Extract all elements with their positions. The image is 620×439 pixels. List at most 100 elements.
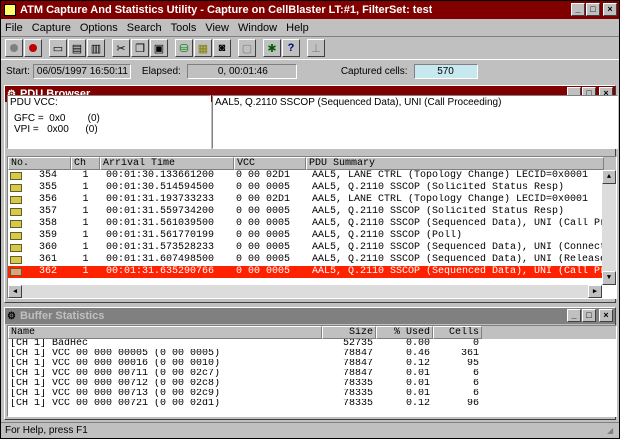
copy-icon[interactable]: ❐ — [131, 39, 149, 57]
new-icon[interactable] — [5, 39, 23, 57]
row-ch: 1 — [82, 254, 89, 265]
menu-help[interactable]: Help — [286, 22, 309, 34]
toolbar: ▭ ▤ ▥ ✂ ❐ ▣ ⛁ ▦ ◙ ▢ ✱ ? ⊥ — [1, 36, 619, 60]
scroll-left-button[interactable]: ◀ — [8, 285, 22, 298]
col-cells[interactable]: Cells — [433, 326, 482, 339]
cut-icon[interactable]: ✂ — [112, 39, 130, 57]
table-row-selected[interactable]: 362 1 00:01:31.635290766 0 00 0005 AAL5,… — [8, 266, 616, 278]
vpi-line: VPI = 0x00 (0) — [14, 124, 98, 135]
row-time: 00:01:30.133661200 — [106, 170, 215, 181]
row-ch: 1 — [82, 266, 89, 277]
menu-options[interactable]: Options — [80, 22, 118, 34]
menu-tools[interactable]: Tools — [171, 22, 197, 34]
stats-row[interactable]: [CH 1] VCC 00 000 00713 (0 00 02c9) 7833… — [8, 389, 616, 399]
record-icon[interactable] — [24, 39, 42, 57]
table-row[interactable]: 361 1 00:01:31.607498500 0 00 0005 AAL5,… — [8, 254, 616, 266]
table-row[interactable]: 356 1 00:01:31.193733233 0 00 02D1 AAL5,… — [8, 194, 616, 206]
display-icon[interactable]: ◙ — [213, 39, 231, 57]
row-summary: AAL5, Q.2110 SSCOP (Sequenced Data), UNI… — [312, 242, 604, 253]
packet-icon — [10, 196, 22, 204]
col-used[interactable]: % Used — [376, 326, 433, 339]
menu-capture[interactable]: Capture — [32, 22, 71, 34]
row-no: 356 — [38, 194, 57, 205]
col-ch[interactable]: Ch — [71, 157, 100, 170]
vcc-detail-pane: PDU VCC: GFC = 0x0 (0) VPI = 0x00 (0) — [7, 95, 211, 149]
stats-minimize-button[interactable]: _ — [567, 309, 581, 322]
minimize-button[interactable]: _ — [571, 3, 585, 16]
packet-icon — [10, 172, 22, 180]
stats-size: 78847 — [342, 359, 373, 369]
row-no: 355 — [38, 182, 57, 193]
row-ch: 1 — [82, 194, 89, 205]
stats-size: 78335 — [342, 399, 373, 409]
stats-maximize-button[interactable]: □ — [582, 309, 596, 322]
stats-row[interactable]: [CH 1] VCC 00 000 00005 (0 00 0005) 7884… — [8, 349, 616, 359]
stats-row[interactable]: [CH 1] BadHec 52735 0.00 0 — [8, 339, 616, 349]
col-vcc[interactable]: VCC — [234, 157, 306, 170]
elapsed-value: 0, 00:01:46 — [186, 63, 297, 79]
pdu-list-vscroll[interactable]: ▲ ▼ — [602, 170, 616, 285]
packet-icon — [10, 220, 22, 228]
pin-icon[interactable]: ⊥ — [307, 39, 325, 57]
print-icon[interactable]: ▢ — [238, 39, 256, 57]
table-row[interactable]: 355 1 00:01:30.514594500 0 00 0005 AAL5,… — [8, 182, 616, 194]
row-summary: AAL5, Q.2110 SSCOP (Solicited Status Res… — [312, 182, 565, 193]
status-text: For Help, press F1 — [5, 425, 88, 436]
start-value: 06/05/1997 16:50:11 — [32, 63, 131, 79]
stats-row[interactable]: [CH 1] VCC 00 000 00721 (0 00 02d1) 7833… — [8, 399, 616, 409]
row-ch: 1 — [82, 170, 89, 181]
open-icon[interactable]: ▭ — [49, 39, 67, 57]
row-summary: AAL5, Q.2110 SSCOP (Sequenced Data), UNI… — [312, 254, 604, 265]
close-button[interactable]: × — [603, 3, 617, 16]
paste-icon[interactable]: ▣ — [150, 39, 168, 57]
gfc-line: GFC = 0x0 (0) — [14, 113, 100, 124]
stats-used: 0.12 — [405, 359, 430, 369]
col-size[interactable]: Size — [322, 326, 376, 339]
maximize-button[interactable]: □ — [586, 3, 600, 16]
menu-view[interactable]: View — [205, 22, 229, 34]
stats-cells: 6 — [472, 389, 479, 399]
table-row[interactable]: 357 1 00:01:31.559734200 0 00 0005 AAL5,… — [8, 206, 616, 218]
row-vcc: 0 00 0005 — [236, 206, 291, 217]
stats-window-icon: ⚙ — [7, 310, 16, 322]
stats-size: 78847 — [342, 349, 373, 359]
col-name[interactable]: Name — [8, 326, 322, 339]
filter-icon[interactable]: ⛁ — [175, 39, 193, 57]
table-row[interactable]: 354 1 00:01:30.133661200 0 00 02D1 AAL5,… — [8, 170, 616, 182]
col-pdu-summary[interactable]: PDU Summary — [306, 157, 604, 170]
stats-close-button[interactable]: × — [599, 309, 613, 322]
scroll-right-button[interactable]: ▶ — [588, 285, 602, 298]
col-arrival-time[interactable]: Arrival Time — [100, 157, 234, 170]
row-ch: 1 — [82, 182, 89, 193]
scroll-up-button[interactable]: ▲ — [602, 170, 616, 184]
row-vcc: 0 00 0005 — [236, 218, 291, 229]
stats-row[interactable]: [CH 1] VCC 00 000 00711 (0 00 02c7) 7884… — [8, 369, 616, 379]
packet-icon — [10, 184, 22, 192]
row-vcc: 0 00 0005 — [236, 242, 291, 253]
save-as-icon[interactable]: ▥ — [87, 39, 105, 57]
stats-row[interactable]: [CH 1] VCC 00 000 00712 (0 00 02c8) 7833… — [8, 379, 616, 389]
stats-name: [CH 1] VCC 00 000 00712 (0 00 02c8) — [10, 379, 221, 389]
help-icon[interactable]: ? — [282, 39, 300, 57]
buffer-stats-titlebar: ⚙ Buffer Statistics _ □ × — [5, 308, 615, 324]
row-vcc: 0 00 0005 — [236, 230, 291, 241]
scroll-down-button[interactable]: ▼ — [602, 271, 616, 285]
captured-label: Captured cells: — [340, 65, 408, 77]
stats-row[interactable]: [CH 1] VCC 00 000 00016 (0 00 0010) 7884… — [8, 359, 616, 369]
save-icon[interactable]: ▤ — [68, 39, 86, 57]
row-summary: AAL5, Q.2110 SSCOP (Sequenced Data), UNI… — [312, 266, 604, 277]
menu-window[interactable]: Window — [238, 22, 277, 34]
vcc-detail-label: PDU VCC: — [10, 97, 58, 108]
menu-file[interactable]: File — [5, 22, 23, 34]
table-row[interactable]: 359 1 00:01:31.561770199 0 00 0005 AAL5,… — [8, 230, 616, 242]
col-no[interactable]: No. — [8, 157, 71, 170]
packet-icon — [10, 256, 22, 264]
pdu-list-hscroll[interactable]: ◀ ▶ — [8, 285, 602, 298]
main-window: ATM Capture And Statistics Utility - Cap… — [0, 0, 620, 439]
run-icon[interactable]: ✱ — [263, 39, 281, 57]
table-row[interactable]: 358 1 00:01:31.561039500 0 00 0005 AAL5,… — [8, 218, 616, 230]
resize-grip-icon[interactable]: ◢ — [607, 426, 617, 436]
stats-icon[interactable]: ▦ — [194, 39, 212, 57]
table-row[interactable]: 360 1 00:01:31.573528233 0 00 0005 AAL5,… — [8, 242, 616, 254]
menu-search[interactable]: Search — [127, 22, 162, 34]
